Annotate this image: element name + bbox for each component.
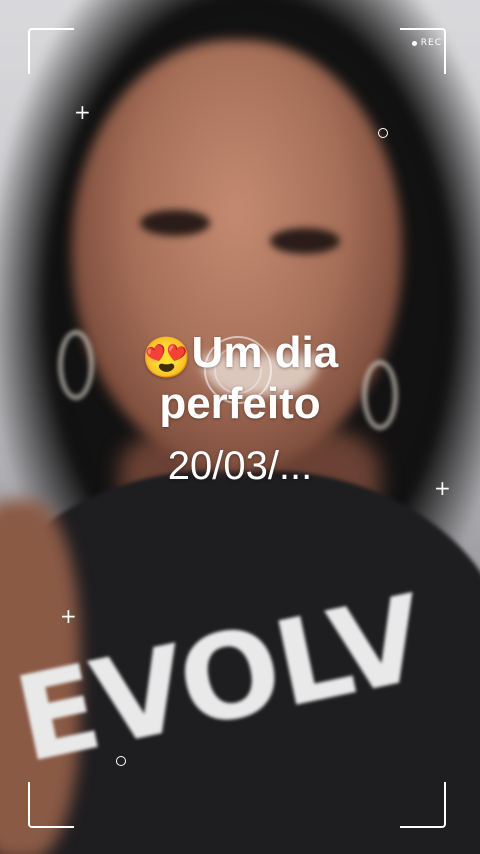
rec-dot-icon — [411, 40, 417, 46]
circle-marker-icon — [116, 756, 126, 766]
crosshair-plus-icon: + — [60, 604, 77, 628]
rec-indicator: REC — [411, 38, 442, 48]
frame-corner-bottom-left — [28, 782, 74, 828]
frame-corner-bottom-right — [400, 782, 446, 828]
heart-eyes-emoji-icon: 😍 — [141, 336, 192, 380]
rec-label: REC — [420, 38, 442, 48]
right-eye — [270, 228, 340, 254]
frame-corner-top-left — [28, 28, 74, 74]
caption: 😍Um dia perfeito 20/03/... — [0, 330, 480, 489]
circle-marker-icon — [378, 128, 388, 138]
frame-corner-top-right — [400, 28, 446, 74]
caption-title: 😍Um dia perfeito — [110, 330, 370, 427]
crosshair-plus-icon: + — [74, 100, 91, 124]
caption-date: 20/03/... — [167, 444, 313, 488]
left-eye — [140, 210, 210, 236]
